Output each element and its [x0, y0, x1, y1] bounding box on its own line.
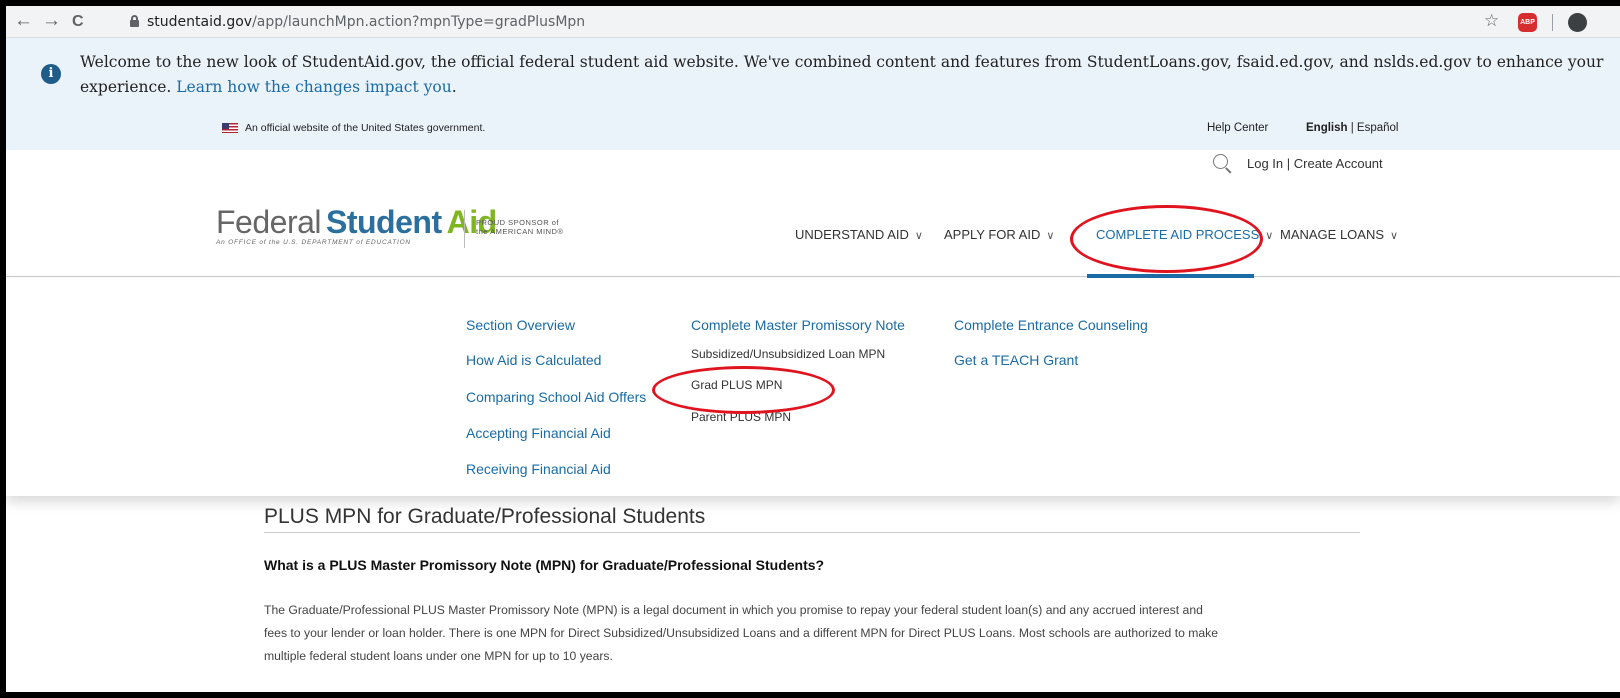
help-center-link[interactable]: Help Center	[1207, 122, 1268, 134]
title-divider	[264, 532, 1360, 533]
menu-receiving-financial-aid[interactable]: Receiving Financial Aid	[466, 461, 611, 477]
url-path: /app/launchMpn.action?mpnType=gradPlusMp…	[252, 14, 586, 30]
menu-entrance-counseling[interactable]: Complete Entrance Counseling	[954, 317, 1148, 333]
page-title: PLUS MPN for Graduate/Professional Stude…	[264, 505, 706, 528]
paragraph-line: fees to your lender or loan holder. Ther…	[264, 626, 1219, 640]
utility-bar: An official website of the United States…	[6, 116, 1620, 150]
active-nav-indicator	[1087, 274, 1254, 278]
annotation-circle-grad-plus	[652, 366, 835, 414]
account-separator: |	[1283, 156, 1294, 171]
menu-accepting-financial-aid[interactable]: Accepting Financial Aid	[466, 425, 611, 441]
banner-message: Welcome to the new look of StudentAid.go…	[80, 50, 1620, 100]
section-heading: What is a PLUS Master Promissory Note (M…	[264, 557, 825, 573]
menu-how-aid-is-calculated[interactable]: How Aid is Calculated	[466, 352, 601, 368]
address-bar[interactable]: studentaid.gov/app/launchMpn.action?mpnT…	[147, 14, 585, 30]
nav-apply-for-aid[interactable]: APPLY FOR AID ∨	[944, 227, 1054, 242]
language-separator: |	[1347, 122, 1357, 134]
logo-word-student: Student	[326, 204, 442, 240]
header-divider	[6, 276, 1620, 277]
toolbar-divider	[1552, 14, 1553, 31]
federal-student-aid-logo[interactable]: Federal Student Aid An OFFICE of the U.S. …	[216, 206, 497, 246]
chevron-down-icon: ∨	[1046, 230, 1055, 242]
search-icon[interactable]	[1213, 154, 1228, 169]
adblock-icon[interactable]: ABP	[1518, 13, 1537, 32]
account-links: Log In | Create Account	[1247, 156, 1383, 171]
lock-icon	[130, 15, 139, 27]
info-icon: i	[41, 64, 61, 84]
logo-tagline: An OFFICE of the U.S. DEPARTMENT of EDUC…	[216, 239, 411, 246]
banner-line-2-prefix: experience.	[80, 78, 177, 96]
menu-subsidized-unsubsidized-mpn[interactable]: Subsidized/Unsubsidized Loan MPN	[691, 347, 885, 361]
url-host: studentaid.gov	[147, 14, 253, 30]
banner-learn-more-link[interactable]: Learn how the changes impact you	[176, 78, 451, 96]
language-switcher: English | Español	[1306, 122, 1398, 134]
nav-label: MANAGE LOANS	[1280, 227, 1385, 242]
browser-window: ← → C studentaid.gov/app/launchMpn.actio…	[6, 6, 1620, 692]
sponsor-tagline: PROUD SPONSOR of the AMERICAN MIND®	[476, 218, 563, 236]
bookmark-star-icon[interactable]: ☆	[1484, 11, 1499, 31]
profile-avatar-icon[interactable]	[1568, 13, 1587, 32]
english-link[interactable]: English	[1306, 122, 1348, 134]
logo-wordmark: Federal Student Aid	[216, 206, 497, 238]
nav-label: APPLY FOR AID	[944, 227, 1041, 242]
banner-line-1: Welcome to the new look of StudentAid.go…	[80, 53, 1604, 71]
menu-complete-mpn[interactable]: Complete Master Promissory Note	[691, 317, 905, 333]
nav-label: UNDERSTAND AID	[795, 227, 909, 242]
menu-teach-grant[interactable]: Get a TEACH Grant	[954, 352, 1078, 368]
nav-manage-loans[interactable]: MANAGE LOANS ∨	[1280, 227, 1398, 242]
mpn-description: The Graduate/Professional PLUS Master Pr…	[264, 599, 1374, 668]
chevron-down-icon: ∨	[1390, 230, 1399, 242]
info-banner: i Welcome to the new look of StudentAid.…	[6, 38, 1620, 116]
login-link[interactable]: Log In	[1247, 156, 1283, 171]
logo-divider	[464, 210, 465, 248]
sponsor-line-2: the AMERICAN MIND®	[476, 227, 564, 236]
back-arrow-icon[interactable]: ←	[14, 10, 33, 32]
banner-line-2: experience. Learn how the changes impact…	[80, 75, 1620, 100]
chevron-down-icon: ∨	[914, 230, 923, 242]
banner-line-2-suffix: .	[451, 78, 457, 96]
nav-understand-aid[interactable]: UNDERSTAND AID ∨	[795, 227, 923, 242]
chevron-down-icon: ∨	[1265, 230, 1274, 242]
menu-comparing-school-aid-offers[interactable]: Comparing School Aid Offers	[466, 389, 646, 405]
annotation-circle-nav	[1070, 205, 1263, 273]
logo-word-federal: Federal	[216, 204, 322, 240]
sponsor-line-1: PROUD SPONSOR of	[476, 218, 560, 227]
create-account-link[interactable]: Create Account	[1294, 156, 1383, 171]
us-flag-icon	[222, 123, 238, 133]
paragraph-line: The Graduate/Professional PLUS Master Pr…	[264, 603, 1203, 617]
forward-arrow-icon[interactable]: →	[42, 10, 61, 32]
browser-toolbar: ← → C studentaid.gov/app/launchMpn.actio…	[6, 6, 1620, 38]
official-site-notice: An official website of the United States…	[245, 122, 486, 134]
espanol-link[interactable]: Español	[1357, 122, 1399, 134]
paragraph-line: multiple federal student loans under one…	[264, 649, 613, 663]
menu-section-overview[interactable]: Section Overview	[466, 317, 575, 333]
reload-icon[interactable]: C	[72, 11, 84, 33]
